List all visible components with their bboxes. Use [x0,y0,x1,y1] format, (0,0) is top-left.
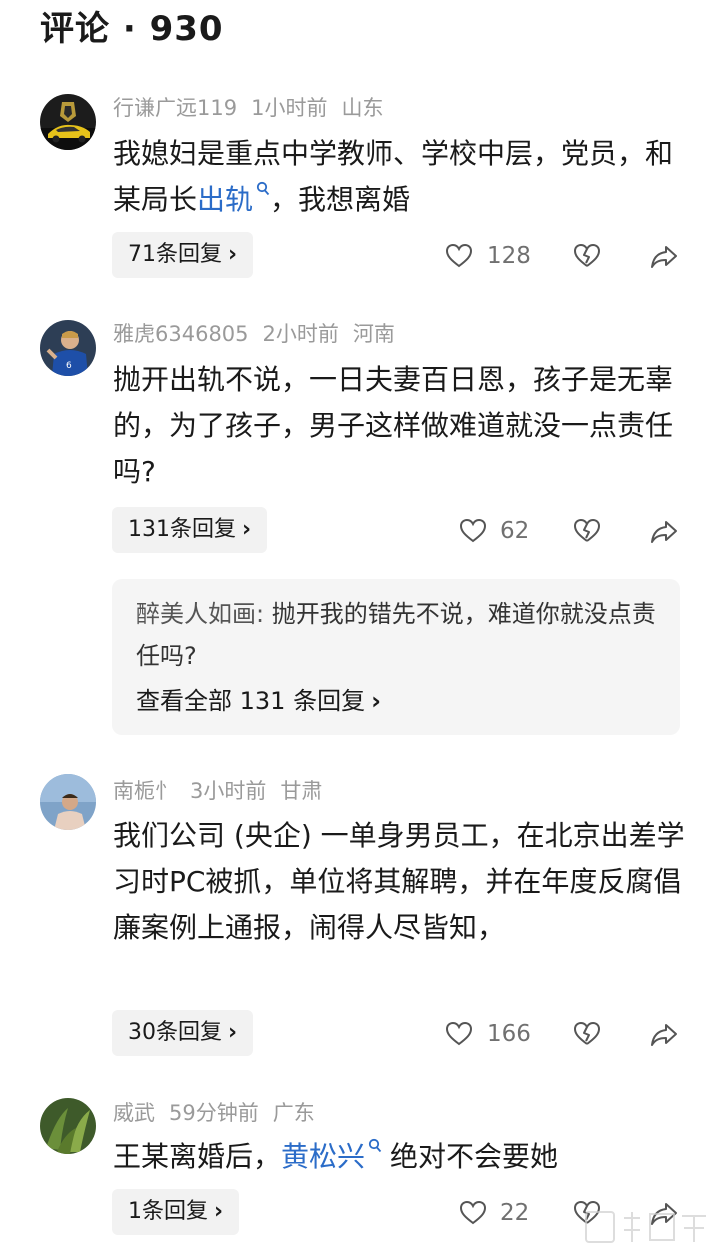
search-link[interactable]: 出轨 [197,181,270,216]
username[interactable]: 行谦广远119 [113,96,237,120]
timestamp: 59分钟前 [169,1101,259,1125]
watermark-icon [585,1211,706,1243]
location: 甘肃 [280,779,323,803]
comment-text: 王某离婚后，黄松兴 绝对不会要她 [113,1138,559,1173]
heart-outline-icon[interactable] [459,517,487,545]
timestamp: 1小时前 [251,96,328,120]
heart-outline-icon[interactable] [459,1199,487,1227]
share-arrow-icon[interactable] [650,517,678,545]
chevron-right-icon: › [242,517,252,542]
location: 山东 [341,96,384,120]
like-count: 62 [500,518,530,544]
search-link[interactable]: 黄松兴 [281,1138,382,1173]
username[interactable]: 威武 [113,1101,155,1125]
location: 广东 [272,1101,315,1125]
username[interactable]: 南栀忄 [113,779,176,803]
search-icon [256,181,270,196]
sub-reply-text: 醉美人如画: 抛开我的错先不说，难道你就没点责任吗? [136,600,656,670]
comment-text: 抛开出轨不说，一日夫妻百日恩，孩子是无辜的，为了孩子，男子这样做难道就没一点责任… [113,363,674,488]
timestamp: 2小时前 [262,322,339,346]
comment-meta: 雅虎6346805 2小时前 河南 [113,318,409,350]
like-count: 128 [487,243,531,269]
chevron-right-icon: › [228,1020,238,1045]
comment-meta: 威武 59分钟前 广东 [113,1097,329,1129]
comment-meta: 南栀忄 3小时前 甘肃 [113,775,336,807]
like-count: 166 [487,1021,531,1047]
avatar[interactable] [40,774,96,830]
chevron-right-icon: › [228,242,238,267]
sub-reply-author[interactable]: 醉美人如画: [136,600,264,628]
chevron-right-icon: › [214,1199,224,1224]
broken-heart-icon[interactable] [573,517,601,545]
comment-text: 我媳妇是重点中学教师、学校中层，党员，和某局长出轨 ，我想离婚 [113,137,674,216]
avatar[interactable] [40,1098,96,1154]
view-replies-button[interactable]: 71条回复 › [112,232,254,278]
comments-header: 评论 · 930 [40,9,224,49]
avatar[interactable] [40,94,96,150]
comment-text: 我们公司 (央企) 一单身男员工，在北京出差学习时PC被抓，单位将其解聘，并在年… [113,819,685,944]
broken-heart-icon[interactable] [573,1020,601,1048]
view-replies-button[interactable]: 131条回复 › [112,507,268,553]
heart-outline-icon[interactable] [445,1020,473,1048]
heart-outline-icon[interactable] [445,242,473,270]
timestamp: 3小时前 [190,779,267,803]
share-arrow-icon[interactable] [650,242,678,270]
comment-meta: 行谦广远119 1小时前 山东 [113,92,397,124]
sub-reply-preview[interactable]: 醉美人如画: 抛开我的错先不说，难道你就没点责任吗? 查看全部 131 条回复 › [112,579,680,735]
view-replies-button[interactable]: 1条回复 › [112,1189,240,1235]
view-replies-button[interactable]: 30条回复 › [112,1010,254,1056]
username[interactable]: 雅虎6346805 [113,322,249,346]
view-all-replies-link[interactable]: 查看全部 131 条回复 › [136,683,381,719]
location: 河南 [352,322,395,346]
broken-heart-icon[interactable] [573,242,601,270]
avatar[interactable]: 6 [40,320,96,376]
search-icon [368,1138,382,1153]
share-arrow-icon[interactable] [650,1020,678,1048]
svg-text:6: 6 [66,361,72,371]
like-count: 22 [500,1200,530,1226]
chevron-right-icon: › [371,687,381,715]
